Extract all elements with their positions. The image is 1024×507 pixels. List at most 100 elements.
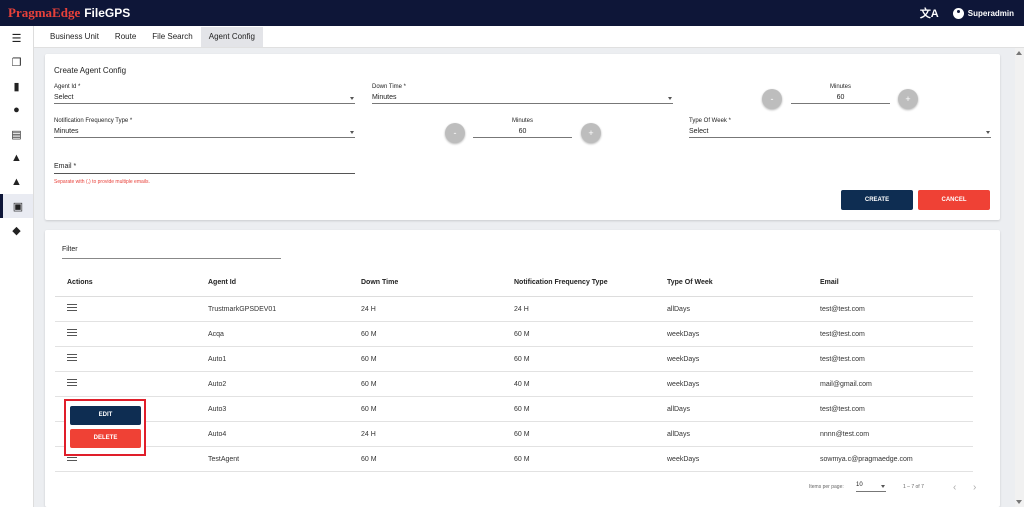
agent-id-select[interactable]: Agent Id * Select <box>54 84 355 104</box>
filter-label: Filter <box>62 246 78 253</box>
cell-down-time: 60 M <box>361 356 377 363</box>
sidebar-item-files[interactable]: ❐ <box>0 50 33 74</box>
translate-icon[interactable]: 文A <box>920 5 939 21</box>
tab-agent-config[interactable]: Agent Config <box>200 26 264 47</box>
down-minutes-input[interactable]: Minutes 60 <box>791 84 890 104</box>
files-icon: ❐ <box>11 56 22 69</box>
cell-type-of-week: weekDays <box>667 381 700 388</box>
type-of-week-label: Type Of Week * <box>689 118 731 124</box>
down-minutes-increment-button[interactable]: + <box>898 89 918 109</box>
cell-email: test@test.com <box>820 406 865 413</box>
row-menu-icon[interactable] <box>67 354 77 361</box>
header-notification-frequency-type[interactable]: Notification Frequency Type <box>514 279 608 286</box>
cell-email: nnnn@test.com <box>820 431 870 438</box>
sidebar-item-account[interactable]: ● <box>0 98 33 122</box>
cell-notification-type: 60 M <box>514 406 530 413</box>
agent-id-value: Select <box>54 94 74 101</box>
cell-down-time: 60 M <box>361 331 377 338</box>
notif-minutes-value: 60 <box>518 128 527 135</box>
page-size-select[interactable]: 10 <box>856 482 886 492</box>
down-minutes-decrement-button[interactable]: - <box>762 89 782 109</box>
down-time-select[interactable]: Down Time * Minutes <box>372 84 673 104</box>
bell-alert-icon: ▲ <box>11 152 22 164</box>
edit-button[interactable]: EDIT <box>70 406 141 425</box>
row-actions-menu: EDIT DELETE <box>64 399 146 456</box>
cell-agent-id: Auto1 <box>208 356 227 363</box>
agent-config-icon: ▣ <box>12 200 24 213</box>
tab-file-search[interactable]: File Search <box>144 27 200 47</box>
document-icon: ▤ <box>11 128 22 141</box>
create-button[interactable]: CREATE <box>841 190 913 210</box>
type-of-week-select[interactable]: Type Of Week * Select <box>689 118 991 138</box>
top-right-actions: 文A Superadmin <box>920 0 1014 26</box>
scroll-down-icon[interactable] <box>1016 500 1022 504</box>
sidebar-item-agent-config[interactable]: ▣ <box>0 194 33 218</box>
notif-minutes-input[interactable]: Minutes 60 <box>473 118 572 138</box>
cell-notification-type: 60 M <box>514 356 530 363</box>
table-row: Auto2 60 M 40 M weekDays mail@gmail.com <box>55 372 973 397</box>
cell-agent-id: Acqa <box>208 331 224 338</box>
cell-down-time: 24 H <box>361 306 376 313</box>
cell-notification-type: 24 H <box>514 306 529 313</box>
sidebar-item-notifications[interactable]: ▲ <box>0 170 33 194</box>
notif-minutes-label: Minutes <box>511 118 533 124</box>
next-page-icon[interactable]: › <box>973 482 976 493</box>
account-circle-icon[interactable] <box>952 7 964 19</box>
table-row: TestAgent 60 M 60 M weekDays sowmya.c@pr… <box>55 447 973 472</box>
page-size-value: 10 <box>856 482 863 488</box>
cell-type-of-week: weekDays <box>667 331 700 338</box>
cell-down-time: 60 M <box>361 406 377 413</box>
brand-name-part1: PragmaEdge <box>8 5 81 20</box>
delete-button[interactable]: DELETE <box>70 429 141 448</box>
cell-agent-id: Auto4 <box>208 431 227 438</box>
notification-type-select[interactable]: Notification Frequency Type * Minutes <box>54 118 355 138</box>
email-label: Email * <box>54 163 77 170</box>
header-email[interactable]: Email <box>820 279 839 286</box>
sidebar-item-users[interactable]: ◆ <box>0 218 33 242</box>
cell-email: sowmya.c@pragmaedge.com <box>820 456 913 463</box>
cell-agent-id: TestAgent <box>208 456 240 463</box>
chevron-down-icon <box>881 485 885 488</box>
chevron-down-icon <box>986 131 990 134</box>
cell-email: mail@gmail.com <box>820 381 872 388</box>
row-menu-icon[interactable] <box>67 329 77 336</box>
user-name[interactable]: Superadmin <box>968 9 1014 18</box>
cell-email: test@test.com <box>820 356 865 363</box>
previous-page-icon[interactable]: ‹ <box>953 482 956 493</box>
header-type-of-week[interactable]: Type Of Week <box>667 279 713 286</box>
page-range: 1 – 7 of 7 <box>903 484 924 490</box>
down-minutes-value: 60 <box>836 94 845 101</box>
sidebar-item-alerts[interactable]: ▲ <box>0 146 33 170</box>
cell-agent-id: Auto2 <box>208 381 227 388</box>
scroll-up-icon[interactable] <box>1016 51 1022 55</box>
tab-business-unit[interactable]: Business Unit <box>42 27 107 47</box>
row-menu-icon[interactable] <box>67 304 77 311</box>
menu-icon: ☰ <box>11 32 22 45</box>
cell-type-of-week: weekDays <box>667 356 700 363</box>
form-title: Create Agent Config <box>54 66 127 75</box>
cell-type-of-week: allDays <box>667 431 690 438</box>
notif-minutes-decrement-button[interactable]: - <box>445 123 465 143</box>
page-scrollbar[interactable] <box>1015 48 1024 507</box>
cancel-button[interactable]: CANCEL <box>918 190 990 210</box>
notification-type-label: Notification Frequency Type * <box>54 118 133 124</box>
header-down-time[interactable]: Down Time <box>361 279 398 286</box>
table-header: Actions Agent Id Down Time Notification … <box>55 270 973 297</box>
email-field[interactable]: Email * <box>54 163 355 174</box>
down-minutes-label: Minutes <box>829 84 851 90</box>
sidebar-item-documents[interactable]: ▤ <box>0 122 33 146</box>
bell-icon: ▲ <box>11 176 22 188</box>
sidebar-menu-icon[interactable]: ☰ <box>0 26 33 50</box>
top-bar: PragmaEdge FileGPS 文A Superadmin <box>0 0 1024 26</box>
header-agent-id[interactable]: Agent Id <box>208 279 236 286</box>
brand-logo[interactable]: PragmaEdge FileGPS <box>8 5 130 21</box>
group-icon: ◆ <box>12 224 21 237</box>
row-menu-icon[interactable] <box>67 379 77 386</box>
notif-minutes-increment-button[interactable]: + <box>581 123 601 143</box>
filter-input[interactable]: Filter <box>62 246 281 259</box>
sidebar-item-dashboard[interactable]: ▮ <box>0 74 33 98</box>
tab-route[interactable]: Route <box>107 27 144 47</box>
chevron-down-icon <box>668 97 672 100</box>
table-row: Auto4 24 H 60 M allDays nnnn@test.com <box>55 422 973 447</box>
chevron-down-icon <box>350 97 354 100</box>
